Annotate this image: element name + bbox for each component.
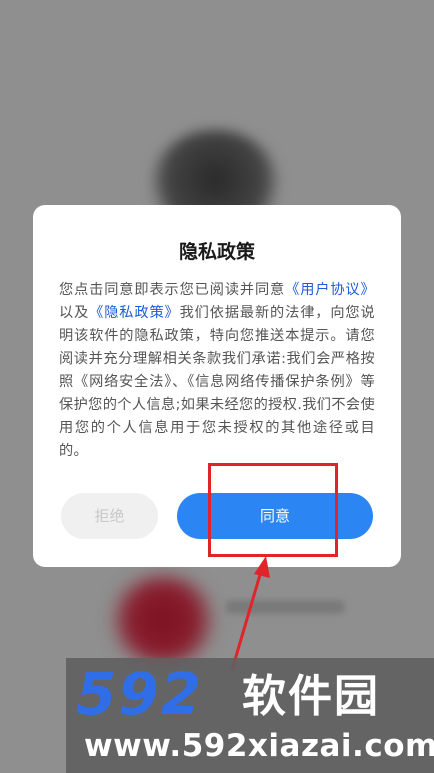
body-text-intro: 您点击同意即表示您已阅读并同意 — [59, 282, 286, 298]
background-blur-line — [225, 600, 345, 614]
highlight-box — [208, 463, 338, 557]
dialog-title: 隐私政策 — [178, 241, 255, 263]
watermark-url: www.592xiazai.com — [84, 728, 434, 764]
background-blur-shape — [108, 575, 218, 665]
screen: 隐私政策 您点击同意即表示您已阅读并同意《用户协议》以及《隐私政策》我们依据最新… — [0, 0, 434, 773]
reject-button[interactable]: 拒绝 — [61, 493, 158, 539]
dialog-body: 您点击同意即表示您已阅读并同意《用户协议》以及《隐私政策》我们依据最新的法律，向… — [59, 279, 375, 463]
watermark-logo-number: 592 — [76, 660, 204, 728]
privacy-policy-link[interactable]: 《隐私政策》 — [89, 305, 179, 321]
body-text-and: 以及 — [59, 305, 90, 321]
watermark: 592 软件园 www.592xiazai.com — [66, 658, 434, 773]
watermark-logo-text: 软件园 — [242, 671, 380, 722]
body-text-main: 我们依据最新的法律，向您说明该软件的隐私政策，特向您推送本提示。请您阅读并充分理… — [59, 305, 375, 459]
user-agreement-link[interactable]: 《用户协议》 — [285, 282, 375, 298]
